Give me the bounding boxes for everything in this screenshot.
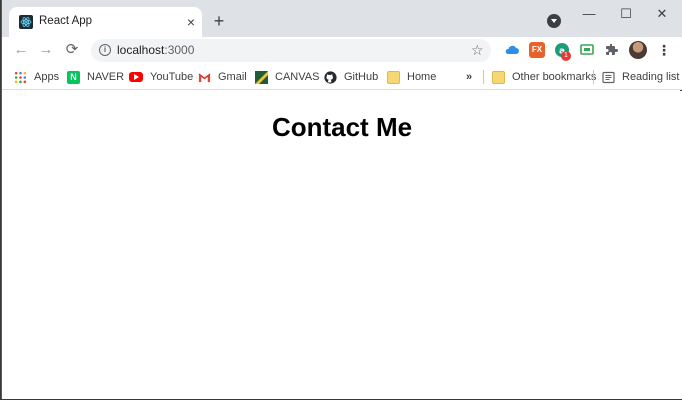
browser-menu-icon[interactable]: ⋮ (657, 41, 671, 59)
bookmarks-separator (593, 70, 594, 84)
bookmark-label: Other bookmarks (512, 71, 597, 83)
bookmark-github[interactable]: GitHub (324, 69, 378, 85)
tab-close-icon[interactable]: × (183, 14, 199, 30)
bookmark-label: Home (407, 71, 437, 83)
bookmark-label: Reading list (622, 71, 680, 83)
site-info-icon[interactable]: i (99, 44, 111, 56)
bookmarks-separator (483, 70, 484, 84)
bookmark-apps[interactable]: Apps (14, 69, 59, 85)
close-window-button[interactable]: ✕ (652, 6, 672, 22)
cloud-extension-icon[interactable] (504, 42, 520, 58)
extensions-puzzle-icon[interactable] (604, 42, 620, 58)
folder-icon (387, 70, 400, 84)
fx-extension-icon[interactable]: FX (529, 42, 545, 58)
page-title: Contact Me (271, 112, 413, 142)
bookmark-home[interactable]: Home (387, 69, 436, 85)
profile-avatar[interactable] (629, 41, 647, 59)
tab-react-app[interactable]: React App × (9, 7, 202, 37)
toolbar: ← → ⟳ i localhost:3000 ☆ FX a 1 ⋮ (2, 37, 682, 64)
bookmark-naver[interactable]: N NAVER (67, 69, 124, 85)
forward-button[interactable]: → (37, 41, 55, 59)
other-bookmarks-folder[interactable]: Other bookmarks (492, 69, 596, 85)
reading-list-button[interactable]: Reading list (602, 69, 679, 85)
bookmark-label: GitHub (344, 71, 379, 83)
bookmarks-bar: Apps N NAVER YouTube Gmail CANVAS GitHub… (2, 64, 682, 90)
bookmark-label: Gmail (218, 71, 247, 83)
bookmark-label: YouTube (150, 71, 194, 83)
gmail-icon (198, 71, 211, 84)
reading-list-icon (602, 71, 615, 84)
maximize-button[interactable]: ☐ (616, 6, 636, 22)
naver-icon: N (67, 70, 80, 84)
bookmark-label: Apps (34, 71, 60, 83)
tab-title: React App (39, 15, 93, 27)
url-host: localhost (117, 43, 165, 57)
canvas-icon (255, 70, 268, 84)
bookmark-gmail[interactable]: Gmail (198, 69, 247, 85)
address-bar[interactable]: i localhost:3000 ☆ (91, 39, 491, 62)
bookmark-star-icon[interactable]: ☆ (471, 42, 484, 58)
bookmarks-overflow-button[interactable]: » (466, 69, 472, 85)
page-content: Contact Me (2, 91, 682, 399)
apps-grid-icon (14, 71, 27, 84)
new-tab-button[interactable]: + (210, 12, 228, 30)
url-port: :3000 (164, 43, 195, 57)
reload-button[interactable]: ⟳ (63, 41, 81, 59)
tab-search-icon[interactable] (547, 14, 561, 28)
back-button[interactable]: ← (12, 41, 30, 59)
github-icon (324, 70, 337, 84)
bookmark-canvas[interactable]: CANVAS (255, 69, 319, 85)
bookmark-youtube[interactable]: YouTube (129, 69, 193, 85)
bookmark-label: NAVER (87, 71, 125, 83)
browser-window: React App × + — ☐ ✕ ← → ⟳ i localhost:30… (1, 0, 682, 399)
tab-strip: React App × + — ☐ ✕ (2, 0, 682, 37)
folder-icon (492, 70, 505, 84)
badge-extension-icon[interactable]: a 1 (554, 42, 571, 61)
extension-badge-count: 1 (561, 51, 571, 61)
youtube-icon (129, 72, 143, 82)
bookmark-label: CANVAS (275, 71, 320, 83)
minimize-button[interactable]: — (579, 6, 599, 22)
screen-extension-icon[interactable] (579, 42, 595, 58)
react-favicon-icon (19, 15, 33, 29)
url-text: localhost:3000 (117, 43, 194, 57)
